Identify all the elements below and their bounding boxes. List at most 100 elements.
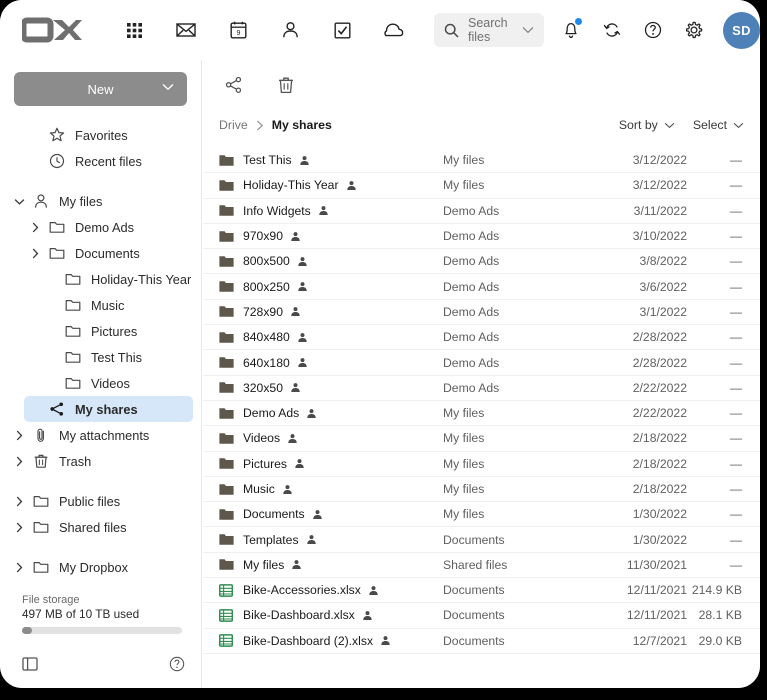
sort-by-dropdown[interactable]: Sort by — [619, 118, 675, 132]
sidebar-item-trash[interactable]: Trash — [8, 448, 193, 474]
chevron-right-icon[interactable] — [8, 430, 30, 441]
file-name-cell: 840x480 — [243, 330, 443, 344]
chevron-right-icon[interactable] — [8, 496, 30, 507]
sidebar-item-holiday-this-year[interactable]: Holiday-This Year — [40, 266, 193, 292]
table-row[interactable]: Bike-Dashboard.xlsx Documents 12/11/2021 28… — [203, 603, 760, 629]
search-box[interactable]: Search files — [434, 13, 544, 47]
calendar-icon[interactable]: 9 — [220, 12, 256, 48]
table-row[interactable]: 970x90 Demo Ads 3/10/2022 — — [203, 224, 760, 250]
file-name-cell: Templates — [243, 533, 443, 547]
file-date: 3/11/2022 — [633, 203, 687, 218]
file-name: Bike-Dashboard.xlsx — [243, 608, 355, 623]
file-size: — — [729, 254, 742, 269]
chevron-right-icon[interactable] — [24, 222, 46, 233]
file-date: 12/7/2021 — [632, 633, 687, 648]
table-row[interactable]: Music My files 2/18/2022 — — [203, 477, 760, 503]
settings-gear-icon[interactable] — [679, 15, 709, 45]
app-switcher-icons: 9 — [116, 12, 412, 48]
table-row[interactable]: 320x50 Demo Ads 2/22/2022 — — [203, 376, 760, 401]
table-row[interactable]: Test This My files 3/12/2022 — — [203, 148, 760, 174]
search-input[interactable]: Search files — [459, 16, 522, 44]
file-name: 728x90 — [243, 304, 283, 319]
file-date: 2/18/2022 — [632, 456, 687, 471]
file-location: Documents — [443, 532, 505, 547]
delete-button[interactable] — [271, 70, 301, 100]
sidebar-item-recent-files[interactable]: Recent files — [24, 148, 193, 174]
drive-icon[interactable] — [376, 12, 412, 48]
sidebar-item-pictures[interactable]: Pictures — [40, 318, 193, 344]
sidebar-item-my-shares[interactable]: My shares — [24, 396, 193, 422]
share-button[interactable] — [219, 70, 249, 100]
notifications-bell-icon[interactable] — [556, 15, 586, 45]
table-row[interactable]: 840x480 Demo Ads 2/28/2022 — — [203, 325, 760, 351]
file-location: Documents — [443, 583, 505, 598]
table-row[interactable]: Info Widgets Demo Ads 3/11/2022 — — [203, 199, 760, 224]
chevron-down-icon — [162, 83, 174, 91]
file-date: 1/30/2022 — [632, 532, 687, 547]
sidebar-item-my-attachments[interactable]: My attachments — [8, 422, 193, 448]
sidebar-item-music[interactable]: Music — [40, 292, 193, 318]
spreadsheet-icon — [219, 583, 243, 597]
sidebar-item-label: Videos — [91, 375, 130, 391]
table-row[interactable]: 640x180 Demo Ads 2/28/2022 — — [203, 350, 760, 376]
mail-icon[interactable] — [168, 12, 204, 48]
ox-logo[interactable] — [22, 17, 82, 43]
folder-icon — [30, 559, 52, 575]
file-name: 800x500 — [243, 254, 290, 269]
paperclip-icon — [30, 427, 52, 443]
app-grid-icon[interactable] — [116, 12, 152, 48]
sidebar-item-demo-ads[interactable]: Demo Ads — [24, 214, 193, 240]
chevron-right-icon[interactable] — [8, 562, 30, 573]
table-row[interactable]: 728x90 Demo Ads 3/1/2022 — — [203, 300, 760, 326]
sidebar-item-test-this[interactable]: Test This — [40, 344, 193, 370]
sidebar-item-documents[interactable]: Documents — [24, 240, 193, 266]
chevron-right-icon[interactable] — [8, 522, 30, 533]
file-name-cell: Bike-Accessories.xlsx — [243, 583, 443, 597]
file-location: Demo Ads — [443, 330, 500, 345]
table-row[interactable]: Pictures My files 2/18/2022 — — [203, 452, 760, 477]
table-row[interactable]: 800x500 Demo Ads 3/8/2022 — — [203, 249, 760, 275]
sidebar-item-public-files[interactable]: Public files — [8, 488, 193, 514]
file-name: Music — [243, 482, 275, 496]
sidebar-item-my-dropbox[interactable]: My Dropbox — [8, 554, 193, 580]
refresh-icon[interactable] — [597, 15, 627, 45]
avatar[interactable]: SD — [723, 11, 760, 49]
file-name-cell: 728x90 — [243, 305, 443, 319]
select-dropdown[interactable]: Select — [693, 118, 744, 132]
toggle-sidebar-icon[interactable] — [22, 656, 38, 672]
table-row[interactable]: 800x250 Demo Ads 3/6/2022 — — [203, 274, 760, 300]
table-row[interactable]: Templates Documents 1/30/2022 — — [203, 527, 760, 553]
file-name-cell: Demo Ads — [243, 406, 443, 420]
contacts-icon[interactable] — [272, 12, 308, 48]
shared-person-icon — [312, 509, 323, 520]
sidebar-item-shared-files[interactable]: Shared files — [8, 514, 193, 540]
chevron-down-icon[interactable] — [522, 26, 534, 34]
help-circle-icon[interactable] — [169, 656, 185, 672]
breadcrumb-root[interactable]: Drive — [219, 118, 248, 132]
chevron-down-icon[interactable] — [8, 197, 30, 206]
folder-icon — [219, 533, 243, 546]
table-row[interactable]: Bike-Dashboard (2).xlsx Documents 12/7/202… — [203, 629, 760, 654]
table-row[interactable]: Documents My files 1/30/2022 — — [203, 502, 760, 528]
file-name-cell: Holiday-This Year — [243, 178, 443, 192]
sidebar-item-favorites[interactable]: Favorites — [24, 122, 193, 148]
table-row[interactable]: Demo Ads My files 2/22/2022 — — [203, 401, 760, 427]
table-row[interactable]: Videos My files 2/18/2022 — — [203, 426, 760, 452]
tasks-icon[interactable] — [324, 12, 360, 48]
top-bar-actions: SD — [556, 11, 760, 49]
new-button[interactable]: New — [14, 72, 187, 106]
help-icon[interactable] — [638, 15, 668, 45]
table-row[interactable]: Holiday-This Year My files 3/12/2022 — — [203, 173, 760, 199]
sidebar-item-my-files[interactable]: My files — [8, 188, 193, 214]
chevron-right-icon[interactable] — [24, 248, 46, 259]
breadcrumb: Drive My shares Sort by Select — [203, 110, 760, 140]
file-size: — — [729, 380, 742, 395]
table-row[interactable]: My files Shared files 11/30/2021 — — [203, 553, 760, 579]
chevron-right-icon[interactable] — [8, 456, 30, 467]
new-button-label: New — [87, 81, 114, 97]
file-name: Templates — [243, 532, 299, 547]
sidebar-item-label: My Dropbox — [59, 559, 128, 575]
sidebar-item-videos[interactable]: Videos — [40, 370, 193, 396]
table-row[interactable]: Bike-Accessories.xlsx Documents 12/11/2021… — [203, 578, 760, 604]
file-location: My files — [443, 406, 485, 421]
